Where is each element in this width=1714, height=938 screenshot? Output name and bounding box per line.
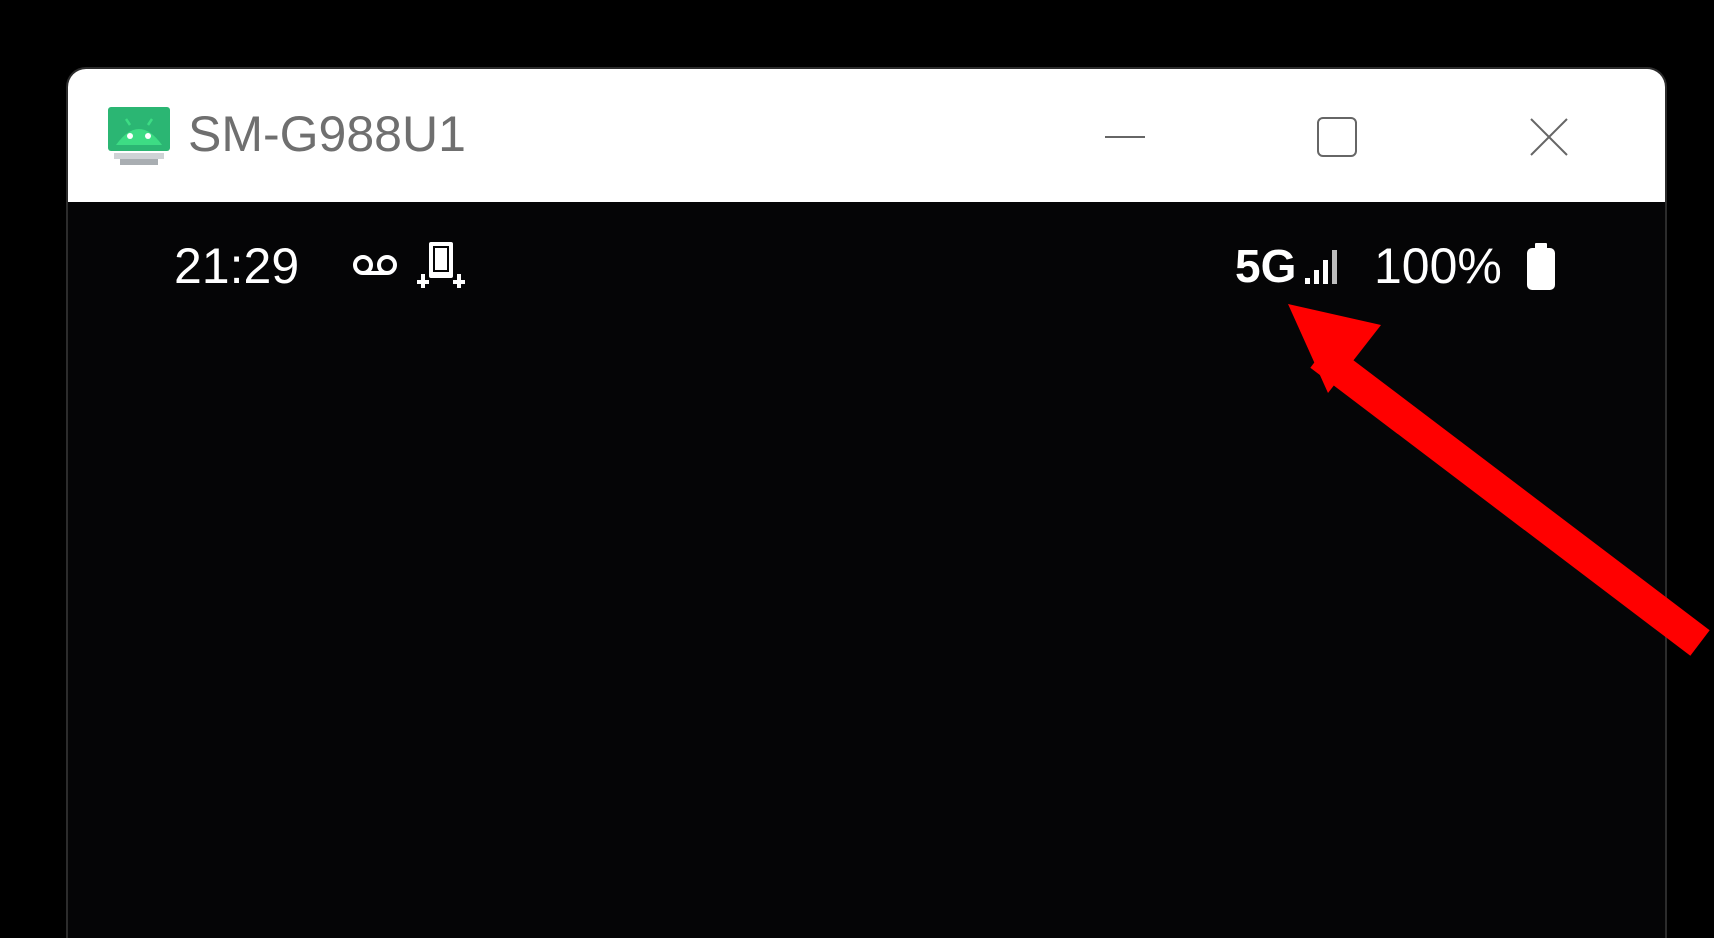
device-screen[interactable]: 21:29 5G 100% bbox=[68, 202, 1665, 938]
signal-bars-icon bbox=[1305, 250, 1337, 284]
battery-full-icon bbox=[1527, 243, 1555, 290]
maximize-icon bbox=[1317, 117, 1357, 157]
maximize-button[interactable] bbox=[1302, 105, 1372, 169]
battery-percent: 100% bbox=[1374, 238, 1502, 294]
voicemail-icon bbox=[353, 255, 397, 275]
window-title: SM-G988U1 bbox=[188, 106, 466, 162]
minimize-button[interactable] bbox=[1090, 105, 1160, 169]
scrcpy-window: SM-G988U1 21:29 5G 100% bbox=[66, 67, 1667, 938]
close-icon bbox=[1530, 118, 1568, 156]
title-bar[interactable]: SM-G988U1 bbox=[68, 69, 1665, 202]
stage: SM-G988U1 21:29 5G 100% bbox=[0, 0, 1714, 938]
minimize-icon bbox=[1105, 136, 1145, 138]
close-button[interactable] bbox=[1514, 105, 1584, 169]
network-type: 5G bbox=[1235, 240, 1297, 292]
android-icon bbox=[108, 107, 170, 165]
status-bar[interactable]: 21:29 5G 100% bbox=[68, 202, 1665, 322]
status-time: 21:29 bbox=[174, 238, 300, 294]
phone-mirror-icon bbox=[417, 242, 465, 288]
